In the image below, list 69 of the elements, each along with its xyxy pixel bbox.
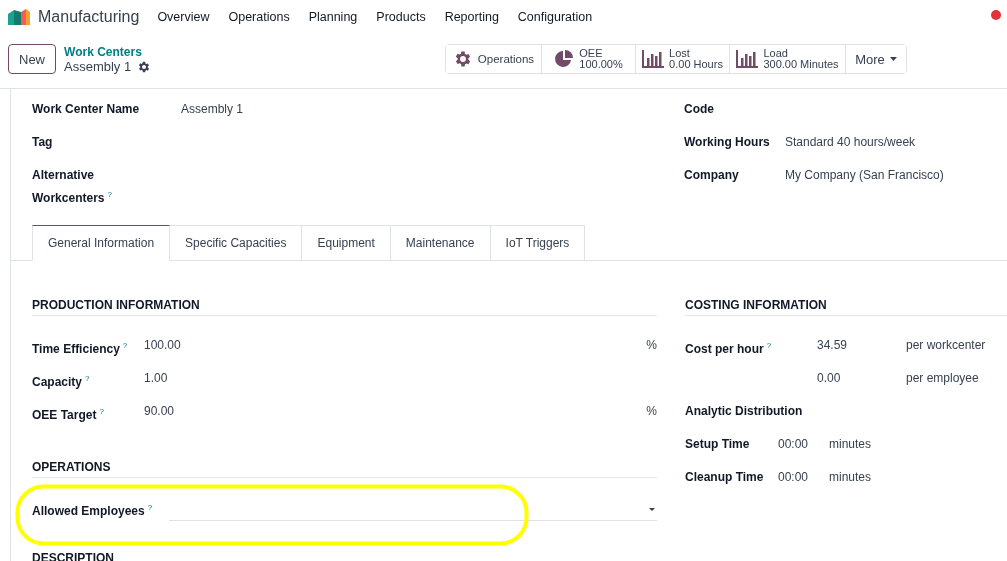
help-icon[interactable]: ? — [147, 503, 153, 512]
field-label: Cleanup Time — [685, 469, 765, 486]
notification-dot — [991, 10, 1001, 20]
unit-label: per workcenter — [906, 337, 987, 354]
field-label: Work Center Name — [32, 101, 141, 118]
field-value[interactable]: 100.00 — [144, 336, 637, 369]
stat-label: OEE — [579, 48, 604, 59]
field-value[interactable]: My Company (San Francisco) — [785, 166, 1007, 185]
tab[interactable]: Equipment — [302, 225, 391, 261]
operations-button[interactable]: Operations — [446, 45, 542, 73]
field-value[interactable]: 1.00 — [144, 369, 637, 402]
field-label: Code — [684, 101, 715, 118]
settings-icon[interactable] — [137, 59, 152, 74]
field-label: Allowed Employees $^{?}$ — [32, 502, 154, 520]
help-icon[interactable]: ? — [766, 341, 772, 350]
help-icon[interactable]: ? — [122, 341, 128, 350]
menu-item[interactable]: Overview — [157, 9, 210, 24]
field-value[interactable]: Assembly 1 — [181, 100, 684, 119]
field-label: Time Efficiency $^{?}$ — [32, 340, 129, 358]
field-label: Capacity $^{?}$ — [32, 373, 91, 391]
tab[interactable]: IoT Triggers — [490, 225, 586, 261]
field-label: Working Hours — [684, 134, 771, 151]
caret-icon — [649, 507, 655, 511]
bar-chart-icon — [642, 50, 665, 68]
field-value[interactable]: 34.59 — [817, 336, 906, 369]
menu-item[interactable]: Planning — [308, 9, 358, 24]
new-button[interactable]: New — [8, 44, 56, 74]
caret-icon — [889, 57, 897, 61]
app-logo-icon — [8, 8, 30, 25]
unit-label: % — [645, 403, 657, 420]
help-icon[interactable]: ? — [85, 374, 90, 383]
stat-label: Load — [763, 48, 789, 59]
stat-label: Lost — [669, 48, 691, 59]
field-value[interactable]: 90.00 — [144, 402, 637, 435]
help-icon[interactable]: ? — [107, 190, 112, 199]
section-title: PRODUCTION INFORMATION — [32, 298, 657, 316]
menu-item[interactable]: Products — [376, 9, 426, 24]
stat-value: 0.00 Hours — [669, 59, 723, 70]
menu-item[interactable]: Operations — [228, 9, 290, 24]
unit-label: minutes — [829, 436, 873, 453]
tab[interactable]: Maintenance — [390, 225, 491, 261]
unit-label: % — [645, 337, 657, 354]
stat-value: 100.00% — [579, 59, 623, 70]
field-value[interactable]: 00:00 — [778, 468, 829, 501]
bar-chart-icon — [736, 50, 759, 68]
field-value[interactable]: 00:00 — [778, 435, 829, 468]
unit-label: per employee — [906, 370, 980, 387]
menu-item[interactable]: Reporting — [444, 9, 499, 24]
menu-item[interactable]: Configuration — [517, 9, 593, 24]
field-label: Analytic Distribution — [685, 403, 804, 420]
field-label: Setup Time — [685, 436, 751, 453]
field-label: Cost per hour $^{?}$ — [685, 340, 773, 358]
breadcrumb-link[interactable]: Work Centers — [64, 45, 152, 59]
unit-label: minutes — [829, 469, 873, 486]
section-title: COSTING INFORMATION — [685, 298, 1007, 316]
stat-value: 300.00 Minutes — [763, 59, 839, 70]
section-title: OPERATIONS — [32, 460, 657, 478]
tab[interactable]: General Information — [32, 225, 171, 261]
field-label: Alternative Workcenters $^{?}$ — [32, 167, 113, 207]
field-label: OEE Target $^{?}$ — [32, 406, 105, 424]
record-title: Assembly 1 — [64, 59, 132, 74]
tab[interactable]: Specific Capacities — [170, 225, 303, 261]
help-icon[interactable]: ? — [99, 407, 104, 416]
app-name[interactable]: Manufacturing — [38, 7, 140, 26]
field-label: Tag — [32, 134, 54, 151]
field-value[interactable]: 0.00 — [817, 369, 906, 402]
pie-chart-icon — [554, 49, 575, 69]
field-label: Company — [684, 167, 740, 184]
field-value[interactable]: Standard 40 hours/week — [785, 133, 1007, 152]
